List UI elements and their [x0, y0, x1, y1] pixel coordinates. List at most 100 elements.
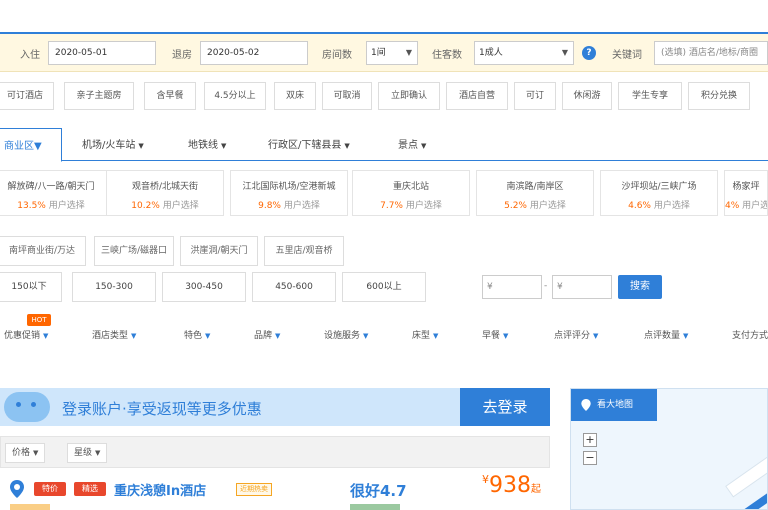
keyword-field[interactable]: (选填) 酒店名/地标/商圈	[654, 41, 768, 65]
chevron-down-icon: ▼	[43, 332, 49, 340]
location-option[interactable]: 南滨路/南岸区 5.2% 用户选择	[476, 170, 594, 216]
filter-facilities[interactable]: 设施服务 ▼	[324, 328, 368, 341]
filter-review-count[interactable]: 点评数量 ▼	[644, 328, 688, 341]
rooms-value: 1间	[371, 48, 386, 58]
featured-tag: 精选	[74, 482, 106, 496]
checkout-field[interactable]: 2020-05-02	[200, 41, 308, 65]
hotel-price: ¥938起	[482, 473, 541, 498]
checkin-label: 入住	[20, 50, 40, 61]
location-option[interactable]: 解放碑/八一路/朝天门 13.5% 用户选择	[0, 170, 110, 216]
chevron-down-icon: ▼	[593, 332, 599, 340]
promo-text: 登录账户·享受返现等更多优惠	[62, 400, 262, 418]
chip-11[interactable]: 积分兑换	[688, 82, 750, 110]
filter-hotel-type[interactable]: 酒店类型 ▼	[92, 328, 136, 341]
mascot-icon	[4, 392, 50, 422]
price-range-option[interactable]: 450-600	[252, 272, 336, 302]
filter-feature[interactable]: 特色 ▼	[184, 328, 210, 341]
location-option[interactable]: 江北国际机场/空港新城 9.8% 用户选择	[230, 170, 348, 216]
price-range-option[interactable]: 150以下	[0, 272, 62, 302]
filter-breakfast[interactable]: 早餐 ▼	[482, 328, 508, 341]
chip-5[interactable]: 可取消	[322, 82, 372, 110]
chip-0[interactable]: 可订酒店	[0, 82, 54, 110]
chip-9[interactable]: 休闲游	[562, 82, 612, 110]
chevron-down-icon: ▼	[421, 142, 427, 150]
price-min-input[interactable]: ¥	[482, 275, 542, 299]
chevron-down-icon: ▼	[344, 142, 350, 150]
price-range-option[interactable]: 600以上	[342, 272, 426, 302]
location-option[interactable]: 沙坪坝站/三峡广场 4.6% 用户选择	[600, 170, 718, 216]
filter-bed-type[interactable]: 床型 ▼	[412, 328, 438, 341]
chevron-down-icon: ▼	[131, 332, 137, 340]
chip-2[interactable]: 含早餐	[144, 82, 196, 110]
chevron-down-icon: ▼	[34, 141, 42, 152]
chevron-down-icon: ▼	[221, 142, 227, 150]
rooms-label: 房间数	[322, 50, 352, 61]
view-large-map-button[interactable]: 看大地图	[571, 389, 657, 421]
tab-landmark[interactable]: 景点 ▼	[398, 136, 426, 151]
checkout-label: 退房	[172, 50, 192, 61]
chevron-down-icon: ▼	[275, 332, 281, 340]
chip-6[interactable]: 立即确认	[378, 82, 440, 110]
map-pin-icon	[581, 399, 591, 411]
chevron-down-icon: ▼	[405, 48, 412, 57]
sub-option[interactable]: 五里店/观音桥	[264, 236, 344, 266]
search-bar: 入住 2020-05-01 退房 2020-05-02 房间数 1间 ▼ 住客数…	[0, 32, 768, 72]
hotel-badge: 近期热卖	[236, 483, 272, 496]
chevron-down-icon: ▼	[205, 332, 211, 340]
login-promo-banner: 登录账户·享受返现等更多优惠 去登录	[0, 388, 550, 426]
checkin-field[interactable]: 2020-05-01	[48, 41, 156, 65]
chevron-down-icon: ▼	[503, 332, 509, 340]
sort-price[interactable]: 价格 ▼	[5, 443, 46, 463]
chip-3[interactable]: 4.5分以上	[204, 82, 266, 110]
chevron-down-icon: ▼	[363, 332, 369, 340]
hot-badge: HOT	[27, 314, 51, 326]
location-option[interactable]: 观音桥/北城天街 10.2% 用户选择	[106, 170, 224, 216]
location-option[interactable]: 杨家坪 4% 用户选择	[724, 170, 768, 216]
price-max-input[interactable]: ¥	[552, 275, 612, 299]
map-road	[725, 434, 767, 498]
hotel-list-item[interactable]: 特价 精选 重庆浅憩In酒店 近期热卖 很好4.7 ¥938起	[0, 470, 550, 510]
chip-7[interactable]: 酒店自营	[446, 82, 508, 110]
sort-star[interactable]: 星级 ▼	[67, 443, 108, 463]
filter-promotion[interactable]: 优惠促销 ▼	[4, 328, 48, 341]
guests-select[interactable]: 1成人 ▼	[474, 41, 574, 65]
tab-metro[interactable]: 地铁线 ▼	[188, 136, 226, 151]
zoom-out-button[interactable]: −	[583, 451, 597, 465]
chip-4[interactable]: 双床	[274, 82, 316, 110]
guests-value: 1成人	[479, 48, 503, 58]
rooms-select[interactable]: 1间 ▼	[366, 41, 418, 65]
chip-10[interactable]: 学生专享	[618, 82, 682, 110]
location-tabs: 商业区▼ 机场/火车站 ▼ 地铁线 ▼ 行政区/下辖县县 ▼ 景点 ▼	[0, 128, 768, 162]
tab-district[interactable]: 行政区/下辖县县 ▼	[268, 136, 350, 151]
price-separator: -	[544, 281, 548, 291]
sub-option[interactable]: 三峡广场/磁器口	[94, 236, 174, 266]
hotel-name-link[interactable]: 重庆浅憩In酒店	[114, 480, 206, 499]
tab-business-district[interactable]: 商业区▼	[0, 128, 62, 162]
chevron-down-icon: ▼	[433, 332, 439, 340]
review-score: 很好4.7	[350, 482, 407, 500]
price-search-button[interactable]: 搜索	[618, 275, 662, 299]
chip-1[interactable]: 亲子主题房	[64, 82, 134, 110]
chip-8[interactable]: 可订	[514, 82, 556, 110]
chevron-down-icon: ▼	[561, 48, 568, 57]
location-option[interactable]: 重庆北站 7.7% 用户选择	[352, 170, 470, 216]
price-range-option[interactable]: 150-300	[72, 272, 156, 302]
tab-airport-station[interactable]: 机场/火车站 ▼	[82, 136, 144, 151]
sub-option[interactable]: 南坪商业街/万达	[0, 236, 86, 266]
chevron-down-icon: ▼	[95, 449, 101, 457]
map-pin-icon[interactable]	[10, 480, 24, 498]
help-icon[interactable]: ?	[582, 46, 596, 60]
price-range-option[interactable]: 300-450	[162, 272, 246, 302]
special-tag: 特价	[34, 482, 66, 496]
filter-review-score[interactable]: 点评评分 ▼	[554, 328, 598, 341]
map-panel[interactable]: 看大地图 + −	[570, 388, 768, 510]
review-count	[350, 504, 400, 510]
filter-payment[interactable]: 支付方式▼	[732, 328, 768, 341]
filter-brand[interactable]: 品牌 ▼	[254, 328, 280, 341]
zoom-in-button[interactable]: +	[583, 433, 597, 447]
star-rating	[10, 504, 50, 510]
chevron-down-icon: ▼	[138, 142, 144, 150]
sort-bar: 价格 ▼ 星级 ▼	[0, 436, 550, 468]
login-button[interactable]: 去登录	[460, 388, 550, 426]
sub-option[interactable]: 洪崖洞/朝天门	[180, 236, 258, 266]
